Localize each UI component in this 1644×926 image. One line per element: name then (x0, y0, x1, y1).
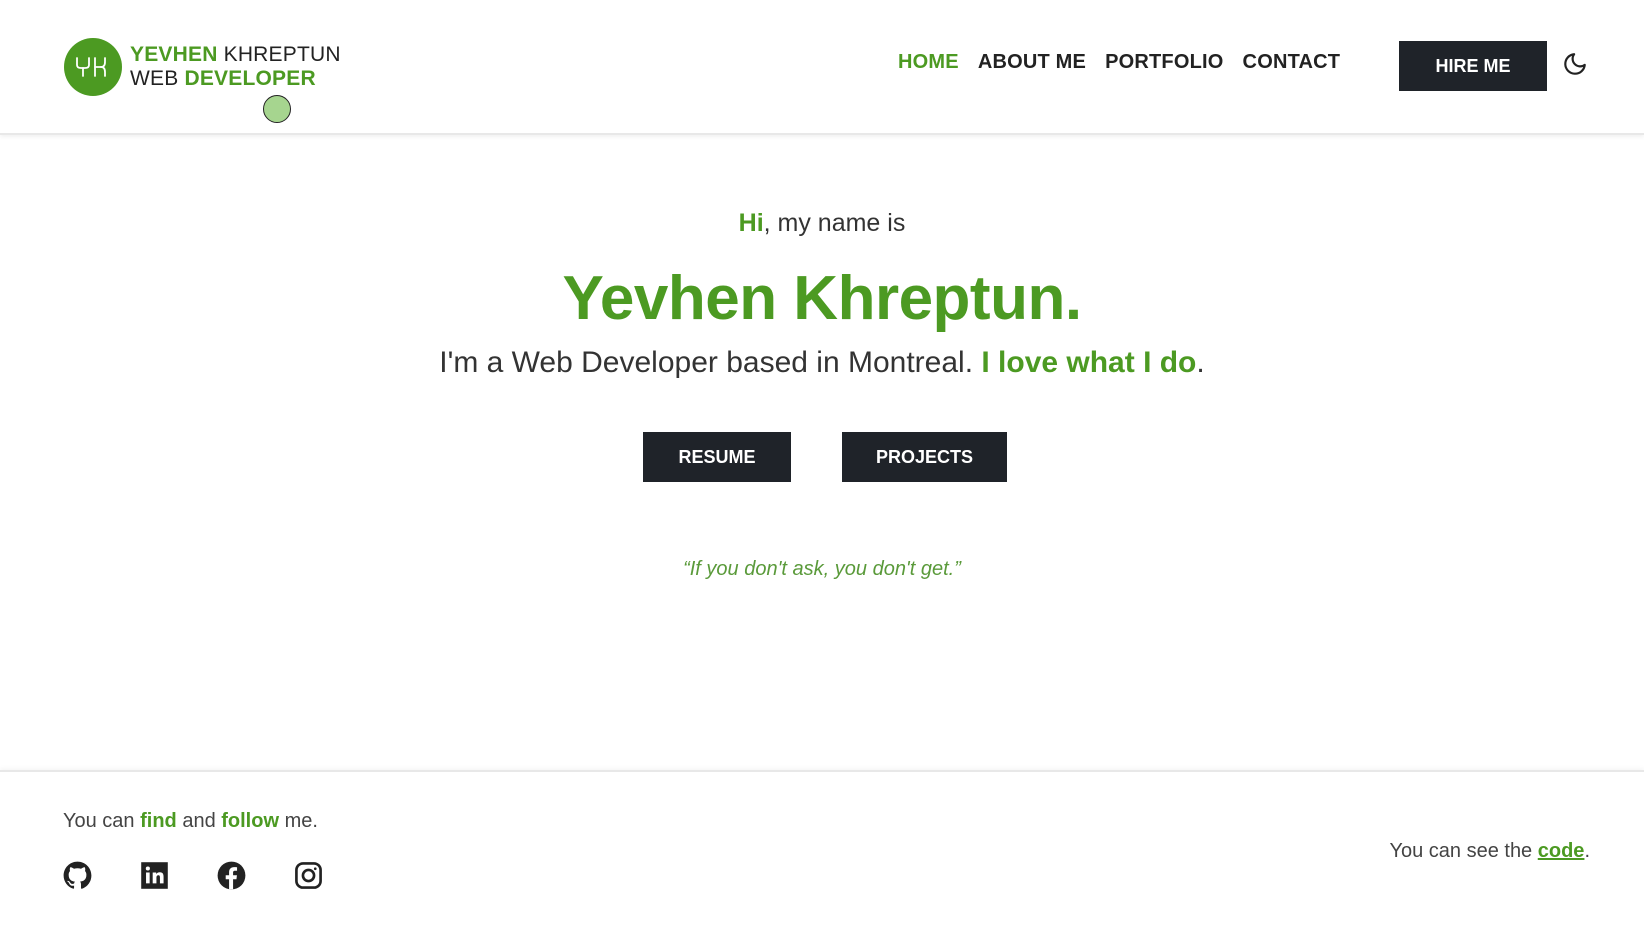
logo-role-developer: DEVELOPER (184, 67, 316, 90)
github-icon[interactable] (63, 861, 92, 890)
logo-text: YEVHEN KHREPTUN WEB DEVELOPER (130, 43, 341, 91)
social-links (63, 861, 323, 890)
logo-role-web: WEB (130, 67, 179, 90)
site-header: YEVHEN KHREPTUN WEB DEVELOPER HOME ABOUT… (0, 0, 1644, 135)
nav-item-portfolio[interactable]: PORTFOLIO (1105, 51, 1223, 74)
greeting-rest: , my name is (763, 209, 906, 237)
greeting-hi: Hi (738, 209, 764, 237)
nav-item-home[interactable]: HOME (898, 51, 959, 74)
projects-button[interactable]: PROJECTS (842, 432, 1007, 482)
tagline-plain: I'm a Web Developer based in Montreal. (439, 346, 982, 379)
resume-button[interactable]: RESUME (643, 432, 791, 482)
facebook-icon[interactable] (217, 861, 246, 890)
code-prefix: You can see the (1389, 840, 1538, 862)
tagline-period: . (1196, 346, 1205, 379)
source-code-note: You can see the code. (1389, 840, 1590, 863)
nav-item-about-me[interactable]: ABOUT ME (978, 51, 1086, 74)
hero-greeting: Hi, my name is (0, 209, 1644, 238)
follow-text-2: and (176, 810, 222, 832)
instagram-icon[interactable] (294, 861, 323, 890)
follow-find: find (140, 810, 177, 832)
tagline-highlight: I love what I do (981, 346, 1197, 379)
follow-text-1: You can (63, 810, 141, 832)
code-link[interactable]: code (1538, 840, 1585, 862)
moon-icon[interactable] (1562, 51, 1588, 77)
hero-name: Yevhen Khreptun. (562, 264, 1082, 333)
logo-link[interactable]: YEVHEN KHREPTUN WEB DEVELOPER (64, 38, 341, 96)
logo-last-name: KHREPTUN (223, 43, 341, 66)
follow-text-3: me. (279, 810, 318, 832)
nav-item-contact[interactable]: CONTACT (1243, 51, 1341, 74)
logo-monogram-icon (64, 38, 122, 96)
main-nav: HOME ABOUT ME PORTFOLIO CONTACT (898, 51, 1340, 74)
hero-tagline: I'm a Web Developer based in Montreal. I… (0, 346, 1644, 380)
hire-me-button[interactable]: HIRE ME (1399, 41, 1547, 91)
follow-follow: follow (221, 810, 280, 832)
custom-cursor-dot (263, 95, 291, 123)
follow-text: You can find and follow me. (63, 810, 318, 833)
linkedin-icon[interactable] (140, 861, 169, 890)
code-suffix: . (1584, 840, 1590, 862)
site-footer: You can find and follow me. You can see … (0, 770, 1644, 926)
logo-first-name: YEVHEN (130, 43, 218, 66)
hero-quote: “If you don't ask, you don't get.” (683, 558, 961, 580)
